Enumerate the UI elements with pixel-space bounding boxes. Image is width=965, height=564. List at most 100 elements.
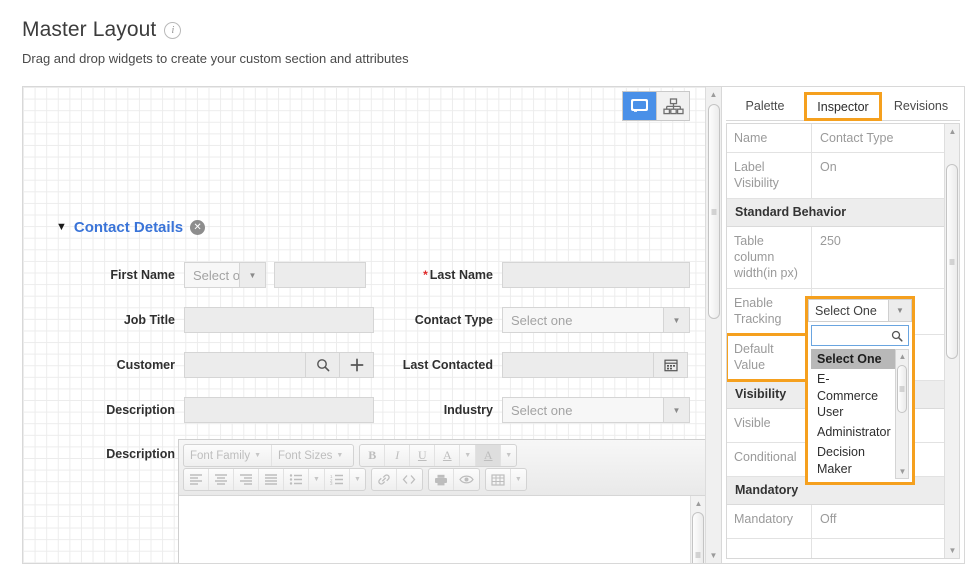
- font-family-select[interactable]: Font Family ▼: [184, 445, 272, 466]
- align-left-icon[interactable]: [184, 469, 209, 490]
- customer-add-button[interactable]: [340, 352, 374, 378]
- field-label-first-name: First Name: [63, 268, 175, 282]
- table-row[interactable]: Mandatory Off: [727, 505, 959, 539]
- rich-text-body[interactable]: ▲ ▼: [179, 496, 705, 564]
- layout-canvas[interactable]: ▼ Contact Details ✕ First Name Select on…: [22, 86, 722, 564]
- text-style-group: B I U A ▼ A ▼: [359, 444, 517, 467]
- chevron-down-icon[interactable]: ▼: [888, 300, 911, 321]
- job-title-input[interactable]: [184, 307, 374, 333]
- default-value-dropdown[interactable]: Select One ▼ Select One E-Commerce User …: [808, 299, 912, 482]
- align-center-icon[interactable]: [209, 469, 234, 490]
- scroll-grip-icon: [696, 553, 701, 558]
- customer-search-button[interactable]: [306, 352, 340, 378]
- page-header: Master Layout i Drag and drop widgets to…: [0, 0, 965, 66]
- table-icon[interactable]: [486, 469, 511, 490]
- last-name-input[interactable]: [502, 262, 690, 288]
- canvas-scroll-thumb[interactable]: [708, 104, 720, 319]
- link-icon[interactable]: [372, 469, 397, 490]
- field-label-contact-type: Contact Type: [383, 313, 493, 327]
- scroll-up-arrow-icon[interactable]: ▲: [706, 87, 721, 102]
- bullet-list-icon[interactable]: [284, 469, 309, 490]
- text-color-chevron-down-icon[interactable]: ▼: [460, 445, 476, 466]
- first-name-prefix-select[interactable]: Select on ▼: [184, 262, 266, 288]
- scroll-down-arrow-icon[interactable]: ▼: [945, 543, 960, 558]
- table-row[interactable]: Name Contact Type: [727, 124, 959, 153]
- scroll-up-arrow-icon[interactable]: ▲: [691, 496, 706, 511]
- table-row[interactable]: Table column width(in px) 250: [727, 227, 959, 289]
- background-color-icon[interactable]: A: [476, 445, 501, 466]
- panel-scrollbar[interactable]: ▲ ▼: [944, 124, 959, 558]
- rich-text-scrollbar[interactable]: ▲ ▼: [690, 496, 705, 564]
- info-icon[interactable]: i: [164, 22, 181, 39]
- rich-text-editor[interactable]: Font Family ▼ Font Sizes ▼ B I U A ▼: [178, 439, 706, 564]
- property-value[interactable]: Contact Type: [812, 124, 959, 152]
- dropdown-scrollbar[interactable]: ▲ ▼: [895, 349, 909, 479]
- list-item[interactable]: Decision Maker: [811, 442, 889, 479]
- align-justify-icon[interactable]: [259, 469, 284, 490]
- tab-palette[interactable]: Palette: [726, 92, 804, 121]
- property-key: Mandatory: [727, 505, 812, 538]
- property-value[interactable]: On: [812, 153, 959, 198]
- table-chevron-down-icon[interactable]: ▼: [511, 469, 526, 490]
- canvas-scrollbar[interactable]: ▲ ▼: [705, 87, 721, 563]
- tab-inspector[interactable]: Inspector: [804, 92, 882, 121]
- rich-text-scroll-thumb[interactable]: [692, 512, 704, 564]
- dropdown-scroll-thumb[interactable]: [897, 365, 907, 413]
- tree-view-button[interactable]: [656, 92, 689, 120]
- desktop-view-button[interactable]: [623, 92, 656, 120]
- field-row-contact-type: Contact Type Select one ▼: [383, 307, 690, 333]
- dropdown-search-input[interactable]: [811, 325, 909, 346]
- insert-group: [371, 468, 423, 491]
- table-row[interactable]: Label Visibility On: [727, 153, 959, 199]
- chevron-down-icon[interactable]: ▼: [56, 222, 67, 233]
- first-name-input[interactable]: [274, 262, 366, 288]
- industry-placeholder: Select one: [503, 403, 663, 418]
- scroll-grip-icon: [950, 259, 955, 264]
- chevron-down-icon[interactable]: ▼: [663, 398, 689, 422]
- calendar-icon: [664, 358, 678, 372]
- contact-type-select[interactable]: Select one ▼: [502, 307, 690, 333]
- list-item[interactable]: E-Commerce User: [811, 369, 889, 422]
- industry-select[interactable]: Select one ▼: [502, 397, 690, 423]
- numbered-list-icon[interactable]: 123: [325, 469, 350, 490]
- dropdown-header[interactable]: Select One ▼: [808, 299, 912, 322]
- property-value[interactable]: Off: [812, 505, 959, 538]
- bold-icon[interactable]: B: [360, 445, 385, 466]
- align-right-icon[interactable]: [234, 469, 259, 490]
- preview-icon[interactable]: [454, 469, 479, 490]
- dropdown-options-list[interactable]: Select One E-Commerce User Administrator…: [811, 349, 909, 479]
- field-label-description-rich: Description: [63, 447, 175, 461]
- scroll-down-arrow-icon[interactable]: ▼: [706, 548, 721, 563]
- scroll-down-arrow-icon[interactable]: ▼: [896, 465, 909, 478]
- contact-type-placeholder: Select one: [503, 313, 663, 328]
- chevron-down-icon: ▼: [332, 452, 347, 459]
- background-color-chevron-down-icon[interactable]: ▼: [501, 445, 516, 466]
- scroll-up-arrow-icon[interactable]: ▲: [896, 350, 909, 363]
- tab-revisions[interactable]: Revisions: [882, 92, 960, 121]
- font-size-select[interactable]: Font Sizes ▼: [272, 445, 353, 466]
- numbered-list-chevron-down-icon[interactable]: ▼: [350, 469, 365, 490]
- chevron-down-icon[interactable]: ▼: [663, 308, 689, 332]
- description-input[interactable]: [184, 397, 374, 423]
- italic-icon[interactable]: I: [385, 445, 410, 466]
- bullet-list-chevron-down-icon[interactable]: ▼: [309, 469, 325, 490]
- underline-icon[interactable]: U: [410, 445, 435, 466]
- section-title[interactable]: Contact Details: [74, 219, 183, 236]
- property-key: Conditional: [727, 443, 812, 476]
- chevron-down-icon[interactable]: ▼: [239, 263, 265, 287]
- source-code-icon[interactable]: [397, 469, 422, 490]
- scroll-up-arrow-icon[interactable]: ▲: [945, 124, 960, 139]
- property-value[interactable]: 250: [812, 227, 959, 288]
- scroll-grip-icon: [900, 387, 905, 392]
- property-key: Enable Tracking: [727, 289, 812, 334]
- last-contacted-calendar-button[interactable]: [654, 352, 688, 378]
- print-icon[interactable]: [429, 469, 454, 490]
- panel-scroll-thumb[interactable]: [946, 164, 958, 359]
- output-group: [428, 468, 480, 491]
- list-item[interactable]: Administrator: [811, 422, 889, 442]
- table-group-row: Standard Behavior: [727, 199, 959, 227]
- last-contacted-input[interactable]: [502, 352, 654, 378]
- text-color-icon[interactable]: A: [435, 445, 460, 466]
- customer-input[interactable]: [184, 352, 306, 378]
- close-circle-icon[interactable]: ✕: [190, 220, 205, 235]
